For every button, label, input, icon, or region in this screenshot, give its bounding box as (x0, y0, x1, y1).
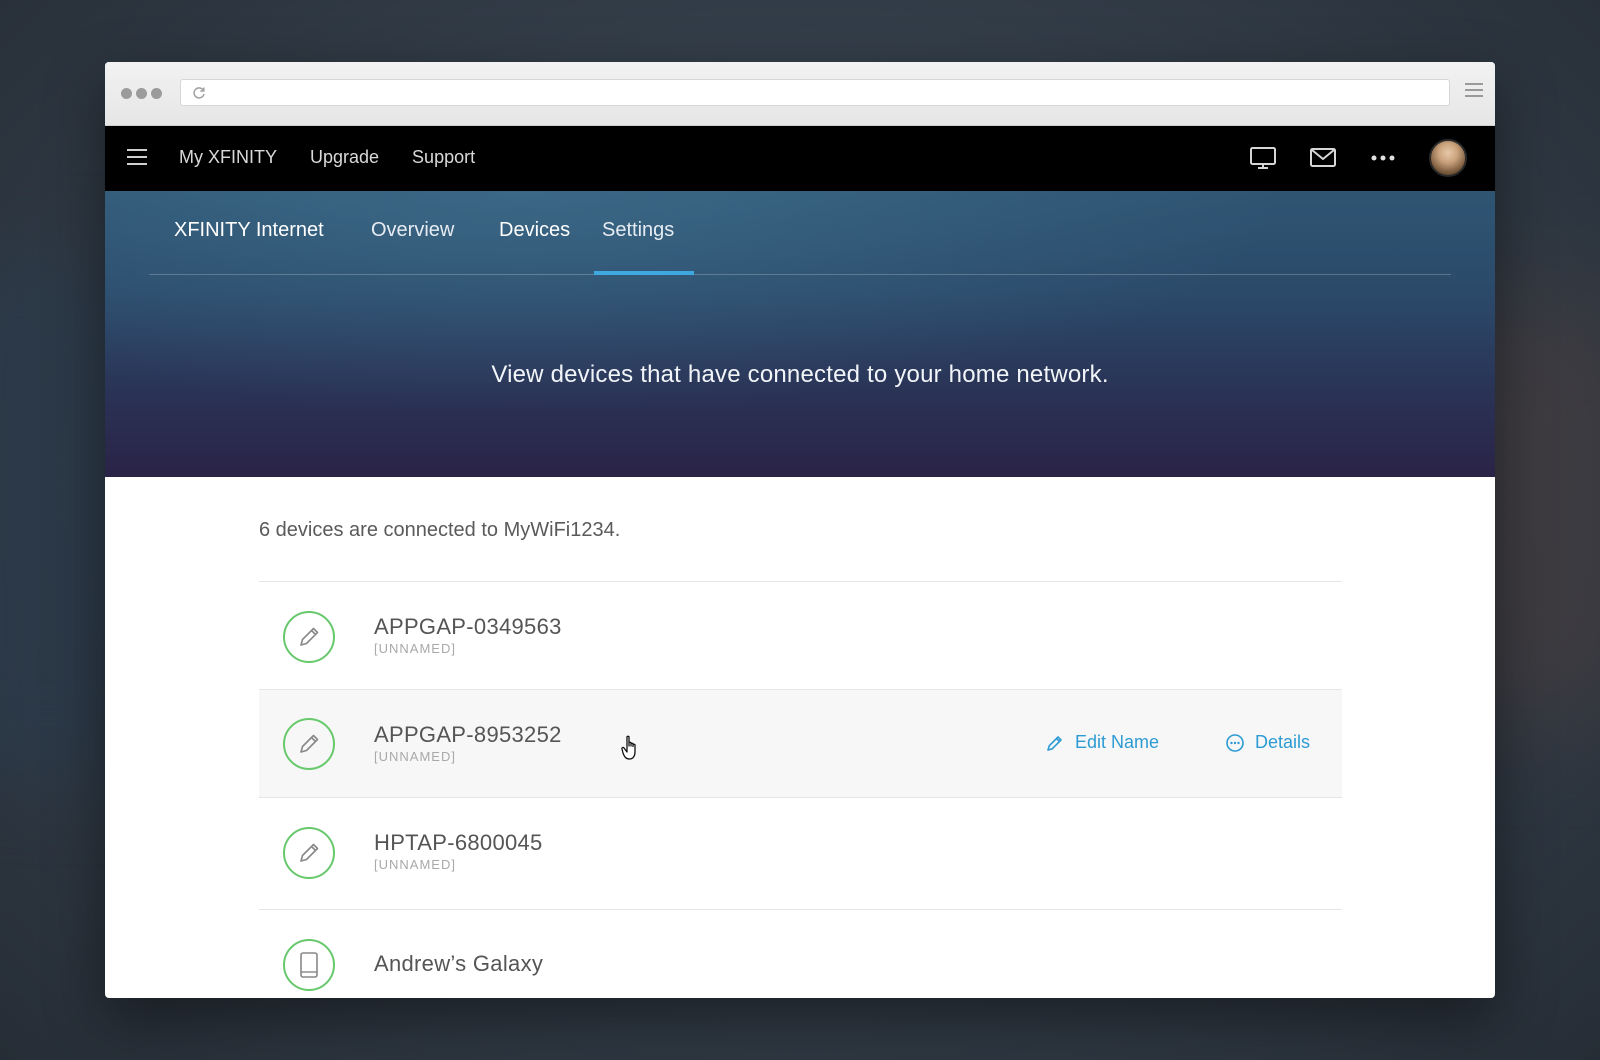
window-dot[interactable] (151, 88, 162, 99)
window-controls[interactable] (121, 88, 162, 99)
pencil-icon (300, 843, 319, 862)
tv-icon[interactable] (1249, 144, 1277, 172)
list-item[interactable]: HPTAP-6800045 [UNNAMED] (259, 798, 1342, 910)
details-label: Details (1255, 732, 1311, 752)
address-bar[interactable] (180, 79, 1450, 106)
tab-overview[interactable]: Overview (371, 219, 454, 242)
device-tag: [UNNAMED] (374, 857, 456, 872)
device-icon-badge (283, 827, 335, 879)
details-icon (1226, 733, 1244, 752)
device-icon-badge (283, 611, 335, 663)
pencil-icon (300, 734, 319, 753)
more-icon[interactable] (1369, 144, 1397, 172)
hero-message: View devices that have connected to your… (491, 361, 1109, 388)
mail-icon[interactable] (1309, 144, 1337, 172)
nav-link-support[interactable]: Support (412, 147, 475, 168)
device-name: HPTAP-6800045 (374, 830, 543, 855)
top-navigation: My XFINITY Upgrade Support (105, 126, 1495, 191)
tablet-icon (300, 952, 318, 978)
device-icon-badge (283, 939, 335, 991)
details-button[interactable]: Details (1225, 732, 1310, 753)
browser-menu-icon[interactable] (1465, 83, 1483, 101)
window-dot[interactable] (136, 88, 147, 99)
edit-pencil-icon (1047, 735, 1062, 751)
pencil-icon (300, 627, 319, 646)
hero-banner: XFINITY Internet Overview Devices Settin… (105, 191, 1495, 477)
active-tab-indicator (594, 271, 694, 275)
reload-icon[interactable] (191, 85, 207, 101)
nav-actions (1249, 139, 1467, 177)
list-item[interactable]: APPGAP-0349563 [UNNAMED] (259, 582, 1342, 690)
nav-link-my-xfinity[interactable]: My XFINITY (179, 147, 277, 168)
device-name: APPGAP-0349563 (374, 614, 562, 639)
device-icon-badge (283, 718, 335, 770)
edit-name-button[interactable]: Edit Name (1045, 732, 1159, 753)
device-count-summary: 6 devices are connected to MyWiFi1234. (259, 519, 621, 541)
window-dot[interactable] (121, 88, 132, 99)
device-list: APPGAP-0349563 [UNNAMED] APPGAP-8953252 … (259, 581, 1342, 998)
primary-nav-links: My XFINITY Upgrade Support (179, 147, 475, 168)
device-tag: [UNNAMED] (374, 749, 456, 764)
browser-chrome (105, 62, 1495, 126)
nav-link-upgrade[interactable]: Upgrade (310, 147, 379, 168)
tab-devices[interactable]: Devices (499, 219, 570, 242)
hand-cursor-icon (621, 735, 636, 760)
device-name: Andrew’s Galaxy (374, 951, 544, 976)
product-title: XFINITY Internet (174, 219, 324, 241)
browser-window: My XFINITY Upgrade Support XFINITY Inter… (105, 62, 1495, 998)
edit-name-label: Edit Name (1075, 732, 1160, 752)
list-item[interactable]: APPGAP-8953252 [UNNAMED] Edit Name Detai… (259, 690, 1342, 798)
hamburger-menu-icon[interactable] (127, 149, 147, 167)
section-nav: XFINITY Internet Overview Devices Settin… (149, 191, 1451, 275)
user-avatar[interactable] (1429, 139, 1467, 177)
device-tag: [UNNAMED] (374, 641, 456, 656)
tab-settings[interactable]: Settings (602, 219, 674, 242)
list-item[interactable]: Andrew’s Galaxy (259, 910, 1342, 998)
device-name: APPGAP-8953252 (374, 722, 562, 747)
